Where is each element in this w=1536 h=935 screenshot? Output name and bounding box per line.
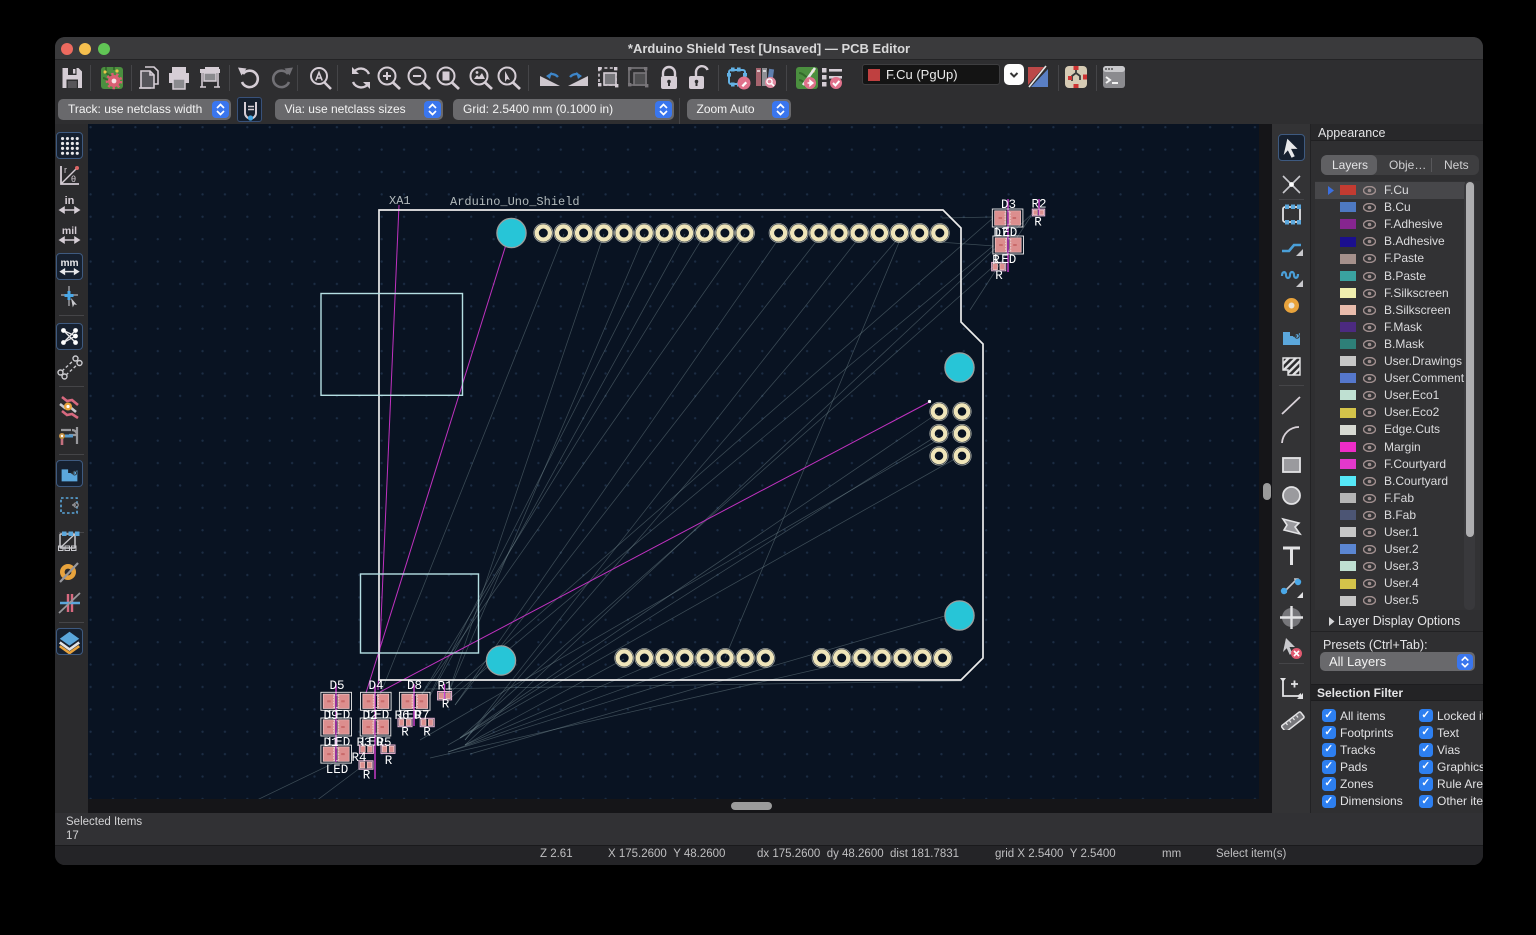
svg-text:D3: D3	[1001, 198, 1016, 212]
svg-text:in: in	[65, 195, 75, 207]
svg-text:r: r	[64, 165, 67, 175]
svg-text:R: R	[1034, 216, 1042, 230]
svg-text:mm: mm	[60, 258, 78, 269]
svg-text:R: R	[385, 754, 393, 768]
svg-text:R5: R5	[376, 736, 391, 750]
svg-text:R6: R6	[394, 709, 409, 723]
svg-text:D2: D2	[362, 709, 377, 723]
svg-text:R: R	[995, 269, 1003, 283]
svg-text:R1: R1	[437, 680, 452, 694]
svg-text:R2: R2	[1031, 198, 1046, 212]
svg-text:θ: θ	[71, 174, 76, 184]
svg-text:R: R	[992, 254, 1000, 268]
svg-text:R7: R7	[414, 709, 429, 723]
svg-text:R: R	[363, 769, 371, 783]
svg-text:D1: D1	[323, 736, 338, 750]
svg-text:R: R	[442, 698, 450, 712]
svg-text:D8: D8	[407, 679, 422, 693]
svg-text:D4: D4	[368, 679, 383, 693]
svg-text:R3: R3	[356, 736, 371, 750]
svg-text:D5: D5	[329, 679, 344, 693]
svg-text:XA1: XA1	[389, 194, 411, 208]
svg-text:R4: R4	[351, 751, 366, 765]
svg-text:D7: D7	[993, 227, 1008, 241]
svg-text:LED: LED	[326, 763, 349, 777]
svg-text:D9: D9	[323, 709, 338, 723]
svg-text:R: R	[401, 726, 409, 740]
svg-text:mil: mil	[62, 225, 77, 237]
svg-text:R: R	[423, 726, 431, 740]
svg-text:Arduino_Uno_Shield: Arduino_Uno_Shield	[450, 195, 580, 209]
